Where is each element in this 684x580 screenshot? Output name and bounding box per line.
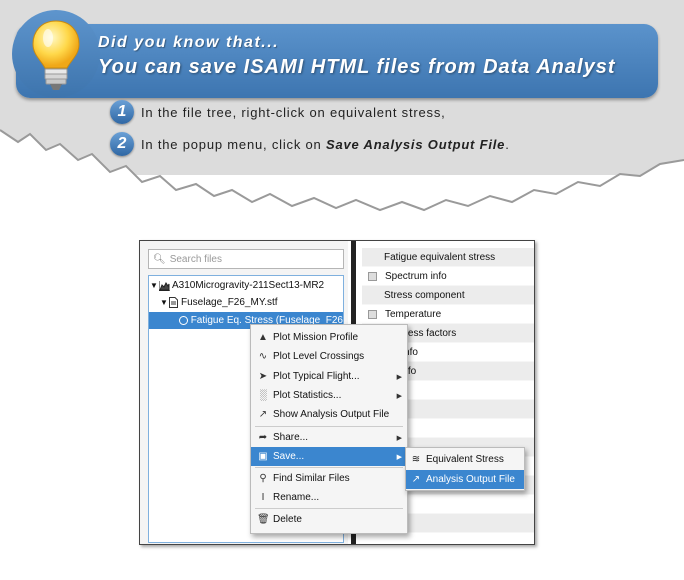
submenu-arrow-icon: ▶	[396, 392, 402, 400]
property-row: Fatigue equivalent stress	[362, 248, 534, 267]
expand-triangle-icon[interactable]: ▼	[149, 281, 159, 290]
property-row-expandable[interactable]: Spectrum info	[362, 267, 534, 286]
chart-file-icon	[159, 280, 170, 291]
export-icon: ↗	[411, 474, 421, 485]
circle-icon	[179, 316, 188, 325]
menu-item-label: Plot Typical Flight...	[273, 371, 360, 382]
line-chart-icon: ∿	[258, 351, 268, 362]
floppy-disk-icon: ▣	[258, 451, 268, 462]
trash-icon: 🗑︎	[257, 514, 270, 525]
document-icon	[169, 297, 178, 308]
plane-icon: ➤	[258, 371, 268, 382]
lightbulb-icon	[32, 20, 80, 90]
text-cursor-icon: I	[261, 492, 265, 503]
context-menu: ▲ Plot Mission Profile ∿ Plot Level Crossi…	[250, 324, 408, 534]
menu-item-delete[interactable]: 🗑︎ Delete	[251, 510, 407, 529]
menu-separator	[255, 426, 403, 427]
property-label: Fatigue equivalent stress	[384, 251, 496, 263]
search-files-input[interactable]: 🔍︎ Search files	[148, 249, 344, 269]
menu-item-find-similar-files[interactable]: ⚲ Find Similar Files	[251, 469, 407, 488]
submenu-arrow-icon: ▶	[396, 434, 402, 442]
step-1: 1 In the file tree, right-click on equiv…	[110, 99, 446, 125]
menu-item-label: Save...	[273, 451, 305, 462]
tree-node-project[interactable]: ▼ A310Microgravity-211Sect13-MR2	[149, 277, 343, 294]
share-arrow-icon: ➦	[258, 432, 268, 443]
property-row: Stress component	[362, 286, 534, 305]
menu-item-label: Plot Level Crossings	[273, 351, 365, 362]
menu-item-share[interactable]: ➦ Share... ▶	[251, 428, 407, 447]
menu-item-rename[interactable]: I Rename...	[251, 488, 407, 507]
open-external-icon: ↗	[258, 409, 268, 420]
step-2: 2 In the popup menu, click on Save Analy…	[110, 131, 510, 157]
tip-title: Did you know that...	[98, 34, 280, 51]
menu-item-label: Share...	[273, 432, 309, 443]
submenu-item-analysis-output-file[interactable]: ↗ Analysis Output File	[406, 470, 524, 489]
expand-box-icon[interactable]	[368, 309, 377, 319]
menu-item-label: Rename...	[273, 492, 320, 503]
menu-item-plot-level-crossings[interactable]: ∿ Plot Level Crossings	[251, 347, 407, 366]
menu-item-label: Plot Mission Profile	[273, 332, 359, 343]
expand-box-icon[interactable]	[368, 271, 377, 281]
property-label: Temperature	[385, 308, 442, 320]
tree-node-label: A310Microgravity-211Sect13-MR2	[172, 280, 325, 291]
menu-item-plot-typical-flight[interactable]: ➤ Plot Typical Flight... ▶	[251, 367, 407, 386]
save-submenu: ≋ Equivalent Stress ↗ Analysis Output File	[405, 447, 525, 491]
property-label: Spectrum info	[385, 270, 447, 282]
submenu-arrow-icon: ▶	[396, 453, 402, 461]
tip-subtitle: You can save ISAMI HTML files from Data …	[98, 56, 616, 78]
property-label: Stress component	[384, 289, 465, 301]
submenu-item-label: Equivalent Stress	[426, 454, 504, 465]
menu-item-label: Plot Statistics...	[273, 390, 342, 401]
step-text-suffix: .	[505, 136, 510, 152]
menu-item-label: Show Analysis Output File	[273, 409, 390, 420]
step-text: In the popup menu, click on Save Analysi…	[141, 137, 510, 152]
menu-item-plot-statistics[interactable]: ░ Plot Statistics... ▶	[251, 386, 407, 405]
step-number-badge: 2	[110, 132, 134, 156]
tree-node-label: Fuselage_F26_MY.stf	[181, 297, 278, 308]
submenu-item-equivalent-stress[interactable]: ≋ Equivalent Stress	[406, 450, 524, 469]
menu-item-show-analysis-output-file[interactable]: ↗ Show Analysis Output File	[251, 405, 407, 424]
menu-separator	[255, 467, 403, 468]
menu-item-label: Find Similar Files	[273, 473, 350, 484]
bar-chart-icon: ░	[259, 390, 267, 401]
submenu-item-label: Analysis Output File	[426, 474, 515, 485]
wave-icon: ≋	[411, 454, 421, 465]
step-number-badge: 1	[110, 100, 134, 124]
submenu-arrow-icon: ▶	[396, 373, 402, 381]
menu-separator	[255, 508, 403, 509]
menu-item-label: Delete	[273, 514, 302, 525]
step-text: In the file tree, right-click on equival…	[141, 104, 446, 120]
step-text-prefix: In the popup menu, click on	[141, 136, 327, 152]
property-row-expandable[interactable]: Temperature	[362, 305, 534, 324]
tree-node-file[interactable]: ▼ Fuselage_F26_MY.stf	[149, 294, 343, 311]
search-placeholder: Search files	[169, 253, 222, 265]
menu-item-plot-mission-profile[interactable]: ▲ Plot Mission Profile	[251, 328, 407, 347]
menu-item-save[interactable]: ▣ Save... ▶	[251, 447, 407, 466]
chart-area-icon: ▲	[258, 332, 268, 343]
step-text-emphasis: Save Analysis Output File	[326, 136, 506, 152]
expand-triangle-icon[interactable]: ▼	[159, 298, 169, 307]
magnifier-icon: ⚲	[259, 473, 267, 484]
search-icon: 🔍︎	[153, 253, 166, 265]
